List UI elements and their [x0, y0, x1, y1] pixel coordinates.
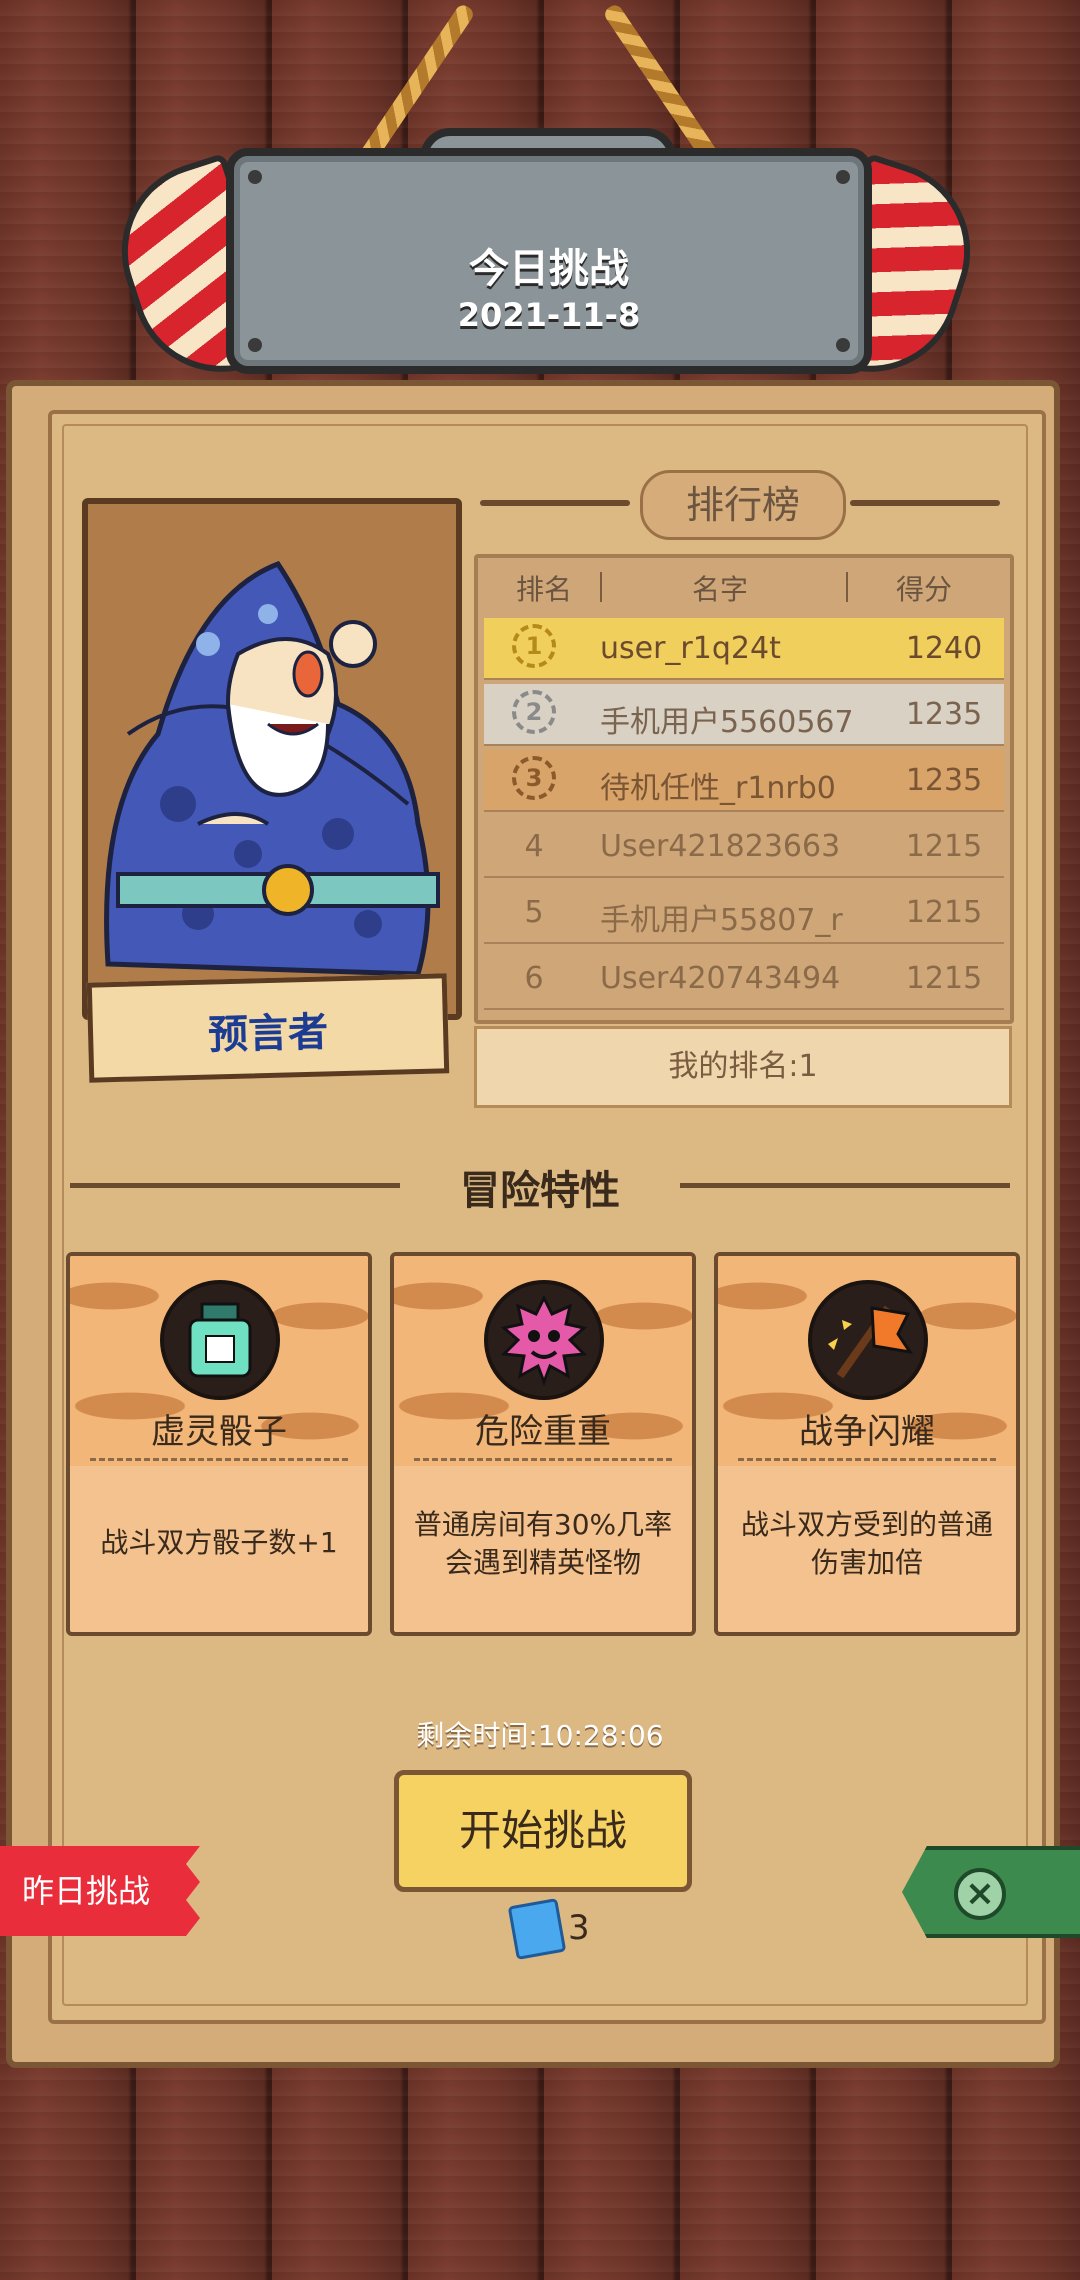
demon-icon: [484, 1280, 604, 1400]
bottle-icon: [160, 1280, 280, 1400]
leaderboard-header: 排名 名字 得分: [478, 558, 1010, 614]
leaderboard-table: 排名 名字 得分 1 user_r1q24t 1240 2 手机用户556056…: [474, 554, 1014, 1024]
player-score: 1235: [905, 763, 983, 798]
traits-title: 冒险特性: [460, 1168, 620, 1214]
ticket-count: 3: [568, 1908, 590, 1948]
trait-card-war-glory[interactable]: 战争闪耀 战斗双方受到的普通伤害加倍: [714, 1252, 1020, 1636]
player-name: 待机任性_r1nrb0: [600, 771, 836, 806]
gold-medal-icon: 1: [512, 624, 556, 668]
trait-name: 虚灵骰子: [151, 1412, 287, 1452]
yesterday-challenge-button[interactable]: 昨日挑战: [0, 1846, 200, 1936]
leaderboard-decoration-right: [850, 500, 1000, 506]
player-rank: 6: [524, 961, 544, 996]
my-rank-label: 我的排名:1: [474, 1026, 1012, 1108]
close-icon: ×: [954, 1868, 1006, 1920]
leaderboard-row[interactable]: 1 user_r1q24t 1240: [484, 618, 1004, 680]
leaderboard-title: 排行榜: [640, 470, 846, 540]
leaderboard-row[interactable]: 6 User420743494 1215: [484, 948, 1004, 1010]
column-score: 得分: [896, 573, 953, 606]
title-sign: 今日挑战 2021-11-8: [226, 148, 872, 374]
page-title: 今日挑战: [469, 246, 629, 292]
wizard-illustration: [88, 504, 456, 1014]
leaderboard-row[interactable]: 5 手机用户55807_r 1215: [484, 882, 1004, 944]
challenge-date: 2021-11-8: [457, 296, 641, 334]
player-score: 1235: [905, 697, 983, 732]
silver-medal-icon: 2: [512, 690, 556, 734]
column-rank: 排名: [516, 573, 573, 606]
close-button[interactable]: ×: [902, 1846, 1080, 1938]
leaderboard-row[interactable]: 3 待机任性_r1nrb0 1235: [484, 750, 1004, 812]
character-nameplate: 预言者: [86, 973, 450, 1083]
player-name: User421823663: [600, 829, 841, 864]
bronze-medal-icon: 3: [512, 756, 556, 800]
player-score: 1215: [905, 895, 983, 930]
card-divider: [90, 1458, 348, 1461]
player-rank: 5: [524, 895, 544, 930]
ticket-icon: [507, 1898, 567, 1960]
column-name: 名字: [692, 573, 749, 606]
player-name: 手机用户5560567: [600, 705, 854, 740]
card-divider: [414, 1458, 672, 1461]
player-name: User420743494: [600, 961, 841, 996]
trait-card-danger[interactable]: 危险重重 普通房间有30%几率会遇到精英怪物: [390, 1252, 696, 1636]
player-name: user_r1q24t: [600, 631, 781, 666]
leaderboard-row[interactable]: 2 手机用户5560567 1235: [484, 684, 1004, 746]
player-score: 1240: [905, 631, 983, 666]
trait-name: 危险重重: [475, 1412, 611, 1452]
character-name: 预言者: [207, 1009, 329, 1059]
player-name: 手机用户55807_r: [600, 903, 843, 938]
trait-description: 战斗双方骰子数+1: [100, 1526, 338, 1559]
remaining-time: 剩余时间:10:28:06: [416, 1719, 664, 1752]
card-divider: [738, 1458, 996, 1461]
leaderboard-decoration-left: [480, 500, 630, 506]
player-score: 1215: [905, 961, 983, 996]
start-challenge-button[interactable]: 开始挑战: [394, 1770, 692, 1892]
player-score: 1215: [905, 829, 983, 864]
war-banner-icon: [808, 1280, 928, 1400]
leaderboard-row[interactable]: 4 User421823663 1215: [484, 816, 1004, 878]
character-portrait: [82, 498, 462, 1020]
trait-description: 普通房间有30%几率会遇到精英怪物: [413, 1508, 673, 1579]
trait-card-ethereal-dice[interactable]: 虚灵骰子 战斗双方骰子数+1: [66, 1252, 372, 1636]
trait-name: 战争闪耀: [799, 1412, 935, 1452]
trait-description: 战斗双方受到的普通伤害加倍: [740, 1508, 993, 1579]
player-rank: 4: [524, 829, 544, 864]
